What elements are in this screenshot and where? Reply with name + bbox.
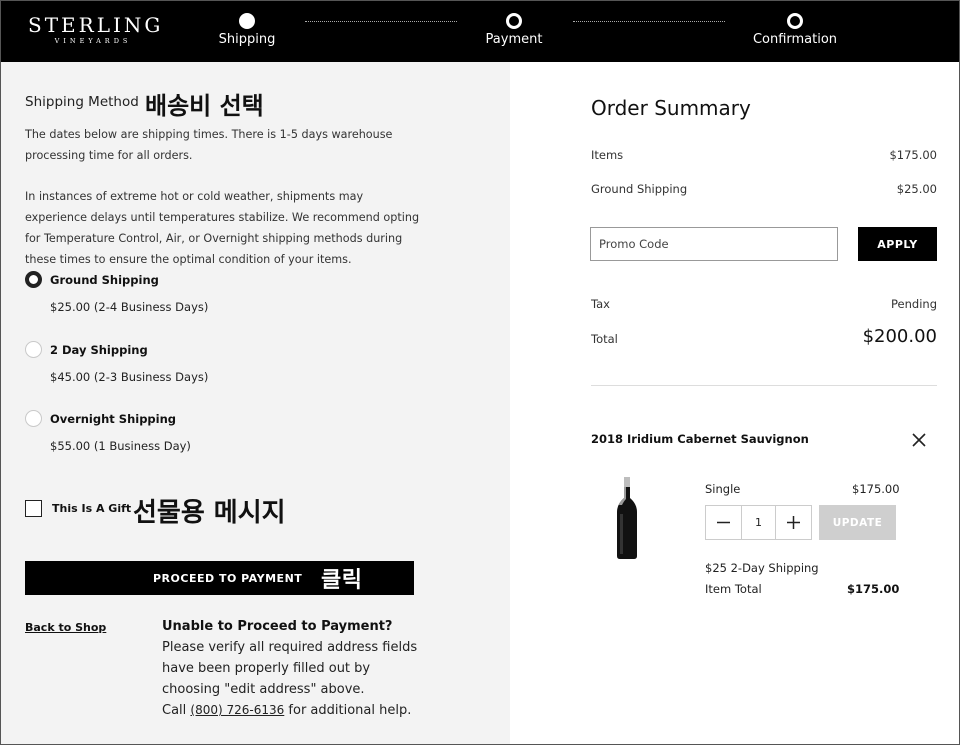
items-value: $175.00 bbox=[889, 148, 937, 162]
shipping-option-price: $45.00 (2-3 Business Days) bbox=[50, 370, 209, 384]
step-dot-outline-icon bbox=[787, 13, 803, 29]
tax-label: Tax bbox=[591, 297, 610, 311]
step-confirmation: Confirmation bbox=[725, 13, 865, 47]
proceed-button-label: PROCEED TO PAYMENT bbox=[153, 572, 303, 585]
overnight-shipping-radio[interactable] bbox=[25, 410, 42, 427]
quantity-stepper: 1 bbox=[705, 505, 812, 540]
summary-divider bbox=[591, 385, 937, 386]
ground-shipping-label: Ground Shipping bbox=[591, 182, 688, 196]
proceed-annotation: 클릭 bbox=[321, 568, 363, 593]
proceed-to-payment-button[interactable]: PROCEED TO PAYMENT 클릭 bbox=[25, 561, 414, 595]
close-icon[interactable] bbox=[910, 431, 928, 449]
shipping-option-name[interactable]: Overnight Shipping bbox=[50, 412, 176, 426]
phone-link[interactable]: (800) 726-6136 bbox=[190, 703, 284, 717]
shipping-option-name[interactable]: Ground Shipping bbox=[50, 273, 159, 287]
update-button[interactable]: UPDATE bbox=[819, 505, 896, 540]
shipping-info-text: The dates below are shipping times. Ther… bbox=[25, 128, 393, 162]
help-call-line: Call (800) 726-6136 for additional help. bbox=[162, 703, 411, 718]
shipping-option-price: $55.00 (1 Business Day) bbox=[50, 439, 191, 453]
step-payment: Payment bbox=[444, 13, 584, 47]
product-shipping-note: $25 2-Day Shipping bbox=[705, 561, 819, 575]
logo-main-text: STERLING bbox=[28, 13, 164, 37]
step-label: Confirmation bbox=[752, 32, 838, 47]
help-call-suffix: for additional help. bbox=[288, 703, 412, 718]
title-annotation: 배송비 선택 bbox=[145, 92, 264, 120]
step-dot-outline-icon bbox=[506, 13, 522, 29]
step-label: Shipping bbox=[218, 32, 276, 47]
items-label: Items bbox=[591, 148, 624, 162]
minus-icon[interactable] bbox=[706, 506, 741, 539]
variant-price: $175.00 bbox=[852, 482, 900, 496]
shipping-option-name[interactable]: 2 Day Shipping bbox=[50, 343, 148, 357]
weather-notice-text: In instances of extreme hot or cold weat… bbox=[25, 190, 420, 266]
item-total-label: Item Total bbox=[705, 582, 762, 596]
gift-label[interactable]: This Is A Gift bbox=[52, 502, 131, 515]
product-name: 2018 Iridium Cabernet Sauvignon bbox=[591, 432, 809, 446]
checkout-header: STERLING VINEYARDS Shipping Payment Conf… bbox=[0, 0, 960, 62]
gift-annotation: 선물용 메시지 bbox=[133, 498, 286, 528]
apply-promo-button[interactable]: APPLY bbox=[858, 227, 937, 261]
order-summary-title: Order Summary bbox=[591, 96, 751, 120]
shipping-option-price: $25.00 (2-4 Business Days) bbox=[50, 300, 209, 314]
quantity-value[interactable]: 1 bbox=[741, 506, 776, 539]
back-to-shop-link[interactable]: Back to Shop bbox=[25, 621, 106, 634]
plus-icon[interactable] bbox=[776, 506, 811, 539]
item-total-value: $175.00 bbox=[847, 582, 900, 596]
step-shipping: Shipping bbox=[177, 13, 317, 47]
logo-sub-text: VINEYARDS bbox=[54, 37, 132, 45]
total-value: $200.00 bbox=[862, 326, 937, 347]
step-label: Payment bbox=[485, 32, 543, 47]
ground-shipping-value: $25.00 bbox=[896, 182, 937, 196]
wine-bottle-image bbox=[617, 477, 637, 559]
step-connector bbox=[573, 21, 725, 22]
promo-code-input[interactable] bbox=[590, 227, 838, 261]
tax-value: Pending bbox=[891, 297, 937, 311]
help-text-line: have been properly filled out by bbox=[162, 661, 371, 676]
help-text-line: Please verify all required address field… bbox=[162, 640, 418, 655]
ground-shipping-radio[interactable] bbox=[25, 271, 42, 288]
product-variant: Single bbox=[705, 482, 741, 496]
step-dot-filled-icon bbox=[239, 13, 255, 29]
help-title: Unable to Proceed to Payment? bbox=[162, 619, 393, 634]
help-call-prefix: Call bbox=[162, 703, 187, 718]
shipping-method-title: Shipping Method bbox=[25, 94, 139, 110]
gift-checkbox[interactable] bbox=[25, 500, 42, 517]
step-connector bbox=[305, 21, 457, 22]
sterling-logo[interactable]: STERLING VINEYARDS bbox=[28, 13, 164, 45]
two-day-shipping-radio[interactable] bbox=[25, 341, 42, 358]
total-label: Total bbox=[591, 332, 618, 346]
help-text-line: choosing "edit address" above. bbox=[162, 682, 365, 697]
